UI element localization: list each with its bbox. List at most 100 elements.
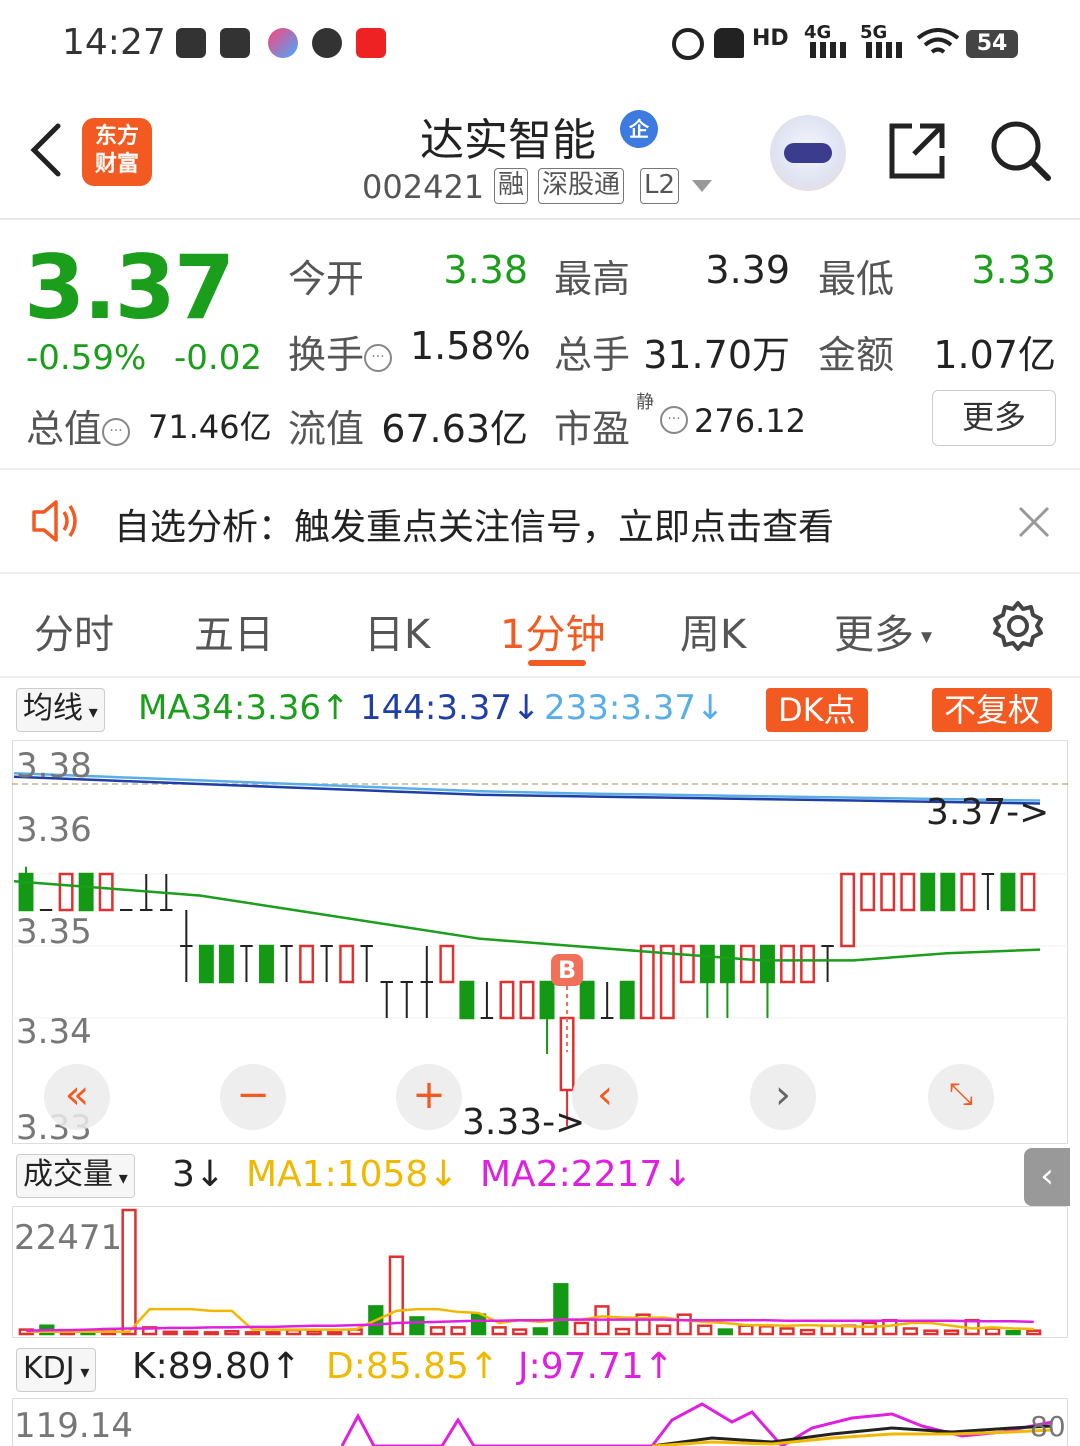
candle-body xyxy=(659,944,675,1020)
play-icon xyxy=(220,28,250,58)
wechat-icon xyxy=(312,28,342,58)
candle-body xyxy=(920,872,936,912)
chevron-left-icon[interactable]: ‹ xyxy=(1024,1148,1070,1206)
more-quote-button[interactable]: 更多 xyxy=(932,390,1056,446)
kline-chart[interactable] xyxy=(12,740,1068,1144)
search-icon[interactable] xyxy=(988,118,1054,184)
zoom-in-icon[interactable]: + xyxy=(396,1064,462,1130)
low-value: 3.33 xyxy=(971,248,1056,292)
signal-4g-icon: 4G xyxy=(804,22,832,43)
float-value: 67.63亿 xyxy=(381,407,528,451)
candle-body xyxy=(299,944,315,984)
alarm-icon xyxy=(672,28,704,60)
volume-bar xyxy=(224,1329,240,1336)
candle-body xyxy=(800,944,816,984)
volume-bar xyxy=(697,1324,713,1336)
eastmoney-logo: 东方 财富 xyxy=(82,118,152,186)
prev-icon[interactable]: ‹ xyxy=(572,1064,638,1130)
tab-1-minute[interactable]: 1分钟 xyxy=(500,602,605,660)
info-icon[interactable]: ··· xyxy=(102,417,131,446)
share-icon[interactable] xyxy=(886,120,948,182)
high-label: 最高 xyxy=(554,257,631,301)
tab-intraday[interactable]: 分时 xyxy=(34,602,114,660)
robot-assistant-icon[interactable] xyxy=(770,115,846,191)
y-tick-label: 3.35 xyxy=(16,912,92,952)
buy-signal-marker[interactable]: B xyxy=(551,954,583,986)
rewind-icon[interactable]: « xyxy=(44,1064,110,1130)
candle-body xyxy=(539,980,555,1020)
high-value: 3.39 xyxy=(705,248,790,292)
low-label: 最低 xyxy=(818,257,895,301)
tab-daily-k[interactable]: 日K xyxy=(364,602,430,660)
turnover-value: 1.58% xyxy=(410,324,531,368)
info-icon[interactable]: ··· xyxy=(660,406,688,434)
kdj-k: K:89.80↑ xyxy=(132,1346,301,1387)
pe-label: 市盈 xyxy=(554,407,631,451)
ma144-value: 144:3.37↓ xyxy=(360,688,541,728)
kdj-selector[interactable]: KDJ ▾ xyxy=(16,1348,97,1392)
next-icon[interactable]: › xyxy=(750,1064,816,1130)
kdj-chart[interactable] xyxy=(12,1398,1068,1446)
enterprise-badge: 企 xyxy=(620,110,658,148)
volume-bar xyxy=(306,1329,322,1336)
volume-bar xyxy=(409,1316,425,1336)
battery-icon: 54 xyxy=(966,30,1018,58)
candle-body xyxy=(198,944,214,984)
gear-icon[interactable] xyxy=(992,600,1044,652)
speaker-icon xyxy=(32,500,77,542)
volume-ymax-label: 22471 xyxy=(14,1218,123,1258)
candle-body xyxy=(18,872,34,912)
volume-bar xyxy=(1026,1329,1042,1336)
change-percent: -0.59% xyxy=(26,338,147,378)
tab-five-day[interactable]: 五日 xyxy=(194,602,274,660)
volume-selector[interactable]: 成交量 ▾ xyxy=(16,1154,135,1198)
volume-bar xyxy=(470,1313,487,1336)
candle-body xyxy=(619,980,635,1020)
notice-banner[interactable]: 自选分析：触发重点关注信号，立即点击查看 xyxy=(114,498,834,550)
last-price-marker: 3.37-> xyxy=(926,792,1050,833)
open-label: 今开 xyxy=(288,257,365,301)
volume-current: 3↓ xyxy=(172,1154,226,1195)
candle-body xyxy=(459,980,475,1020)
candle-body xyxy=(78,872,94,912)
dk-point-button[interactable]: DK点 xyxy=(766,688,868,732)
amount-label: 金额 xyxy=(818,333,895,377)
candle-body xyxy=(739,944,755,984)
candle-body xyxy=(860,872,876,912)
back-arrow-icon[interactable] xyxy=(26,120,66,180)
current-price: 3.37 xyxy=(24,236,235,339)
stock-code: 002421 xyxy=(362,168,485,206)
close-icon[interactable] xyxy=(1016,504,1052,540)
amount-value: 1.07亿 xyxy=(933,333,1056,377)
cloud-icon xyxy=(268,28,298,58)
mcap-label: 总值 ··· xyxy=(26,398,131,453)
candle-body xyxy=(840,872,856,948)
candle-body xyxy=(679,944,695,984)
volume-chart[interactable] xyxy=(12,1206,1068,1338)
kdj-j: J:97.71↑ xyxy=(518,1346,674,1387)
tab-more[interactable]: 更多 ▾ xyxy=(834,602,932,660)
volume-bar xyxy=(799,1328,816,1336)
volume-ma2: MA2:2217↓ xyxy=(480,1154,693,1195)
tab-weekly-k[interactable]: 周K xyxy=(680,602,746,660)
volume-bar xyxy=(450,1326,466,1336)
mcap-value: 71.46亿 xyxy=(148,408,272,446)
candle-body xyxy=(760,944,775,984)
info-icon[interactable]: ··· xyxy=(364,343,393,372)
candle-body xyxy=(719,944,735,984)
volume-bar xyxy=(491,1326,507,1336)
volume-bar xyxy=(532,1327,548,1336)
stock-dropdown-icon[interactable] xyxy=(692,180,712,192)
ma-selector[interactable]: 均线 ▾ xyxy=(16,688,105,732)
candle-body xyxy=(439,944,455,984)
no-adjust-button[interactable]: 不复权 xyxy=(932,688,1053,732)
zoom-out-icon[interactable]: − xyxy=(220,1064,286,1130)
divider xyxy=(0,468,1080,470)
pe-value: 276.12 xyxy=(694,402,806,440)
candle-body xyxy=(639,944,655,1020)
candle-body xyxy=(880,872,896,912)
volume-bar xyxy=(121,1208,137,1336)
fullscreen-icon[interactable]: ⤡ xyxy=(928,1064,994,1130)
volume-label: 总手 xyxy=(554,333,631,377)
volume-bar xyxy=(162,1330,178,1336)
